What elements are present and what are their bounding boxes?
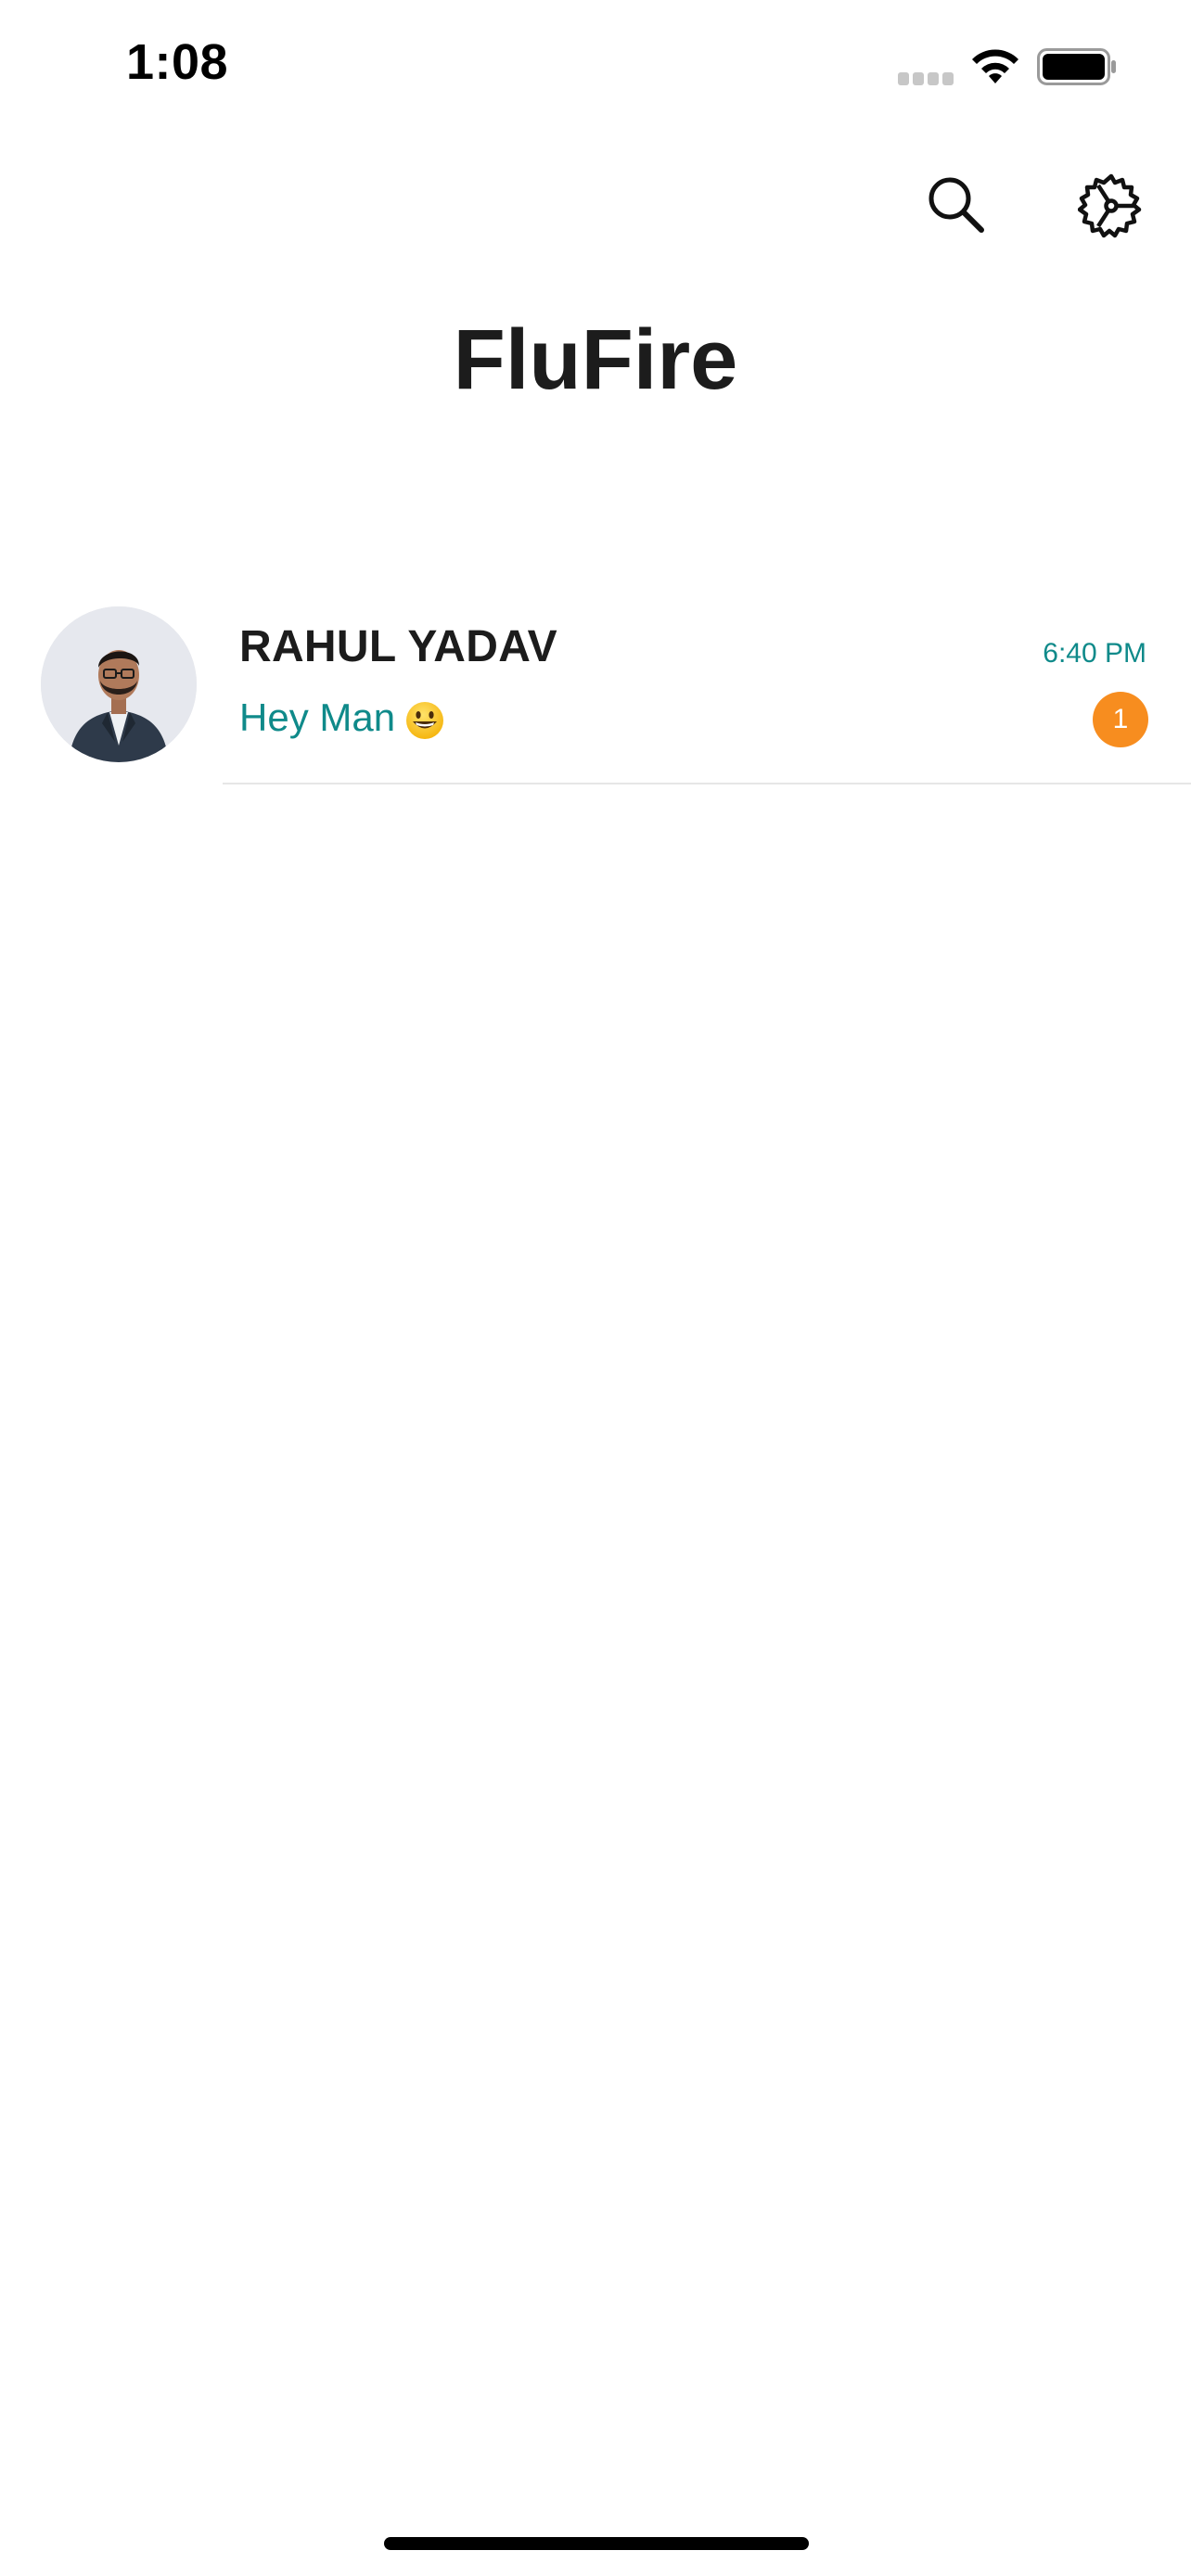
status-time: 1:08 [126,34,229,90]
chat-list: RAHUL YADAV Hey Man 6:40 PM 1 [0,593,1191,784]
profile-photo [41,606,197,762]
contact-name: RAHUL YADAV [239,622,557,671]
search-button[interactable] [918,167,992,241]
header-actions [0,167,1191,250]
settings-gear-icon [1078,173,1142,238]
wifi-icon [972,49,1018,83]
search-icon [928,177,984,233]
unread-badge: 1 [1093,692,1148,747]
settings-button[interactable] [1072,167,1150,245]
message-text: Hey Man [239,695,396,739]
message-preview: Hey Man [239,695,445,741]
battery-icon [1037,48,1116,85]
message-time: 6:40 PM [1043,638,1146,669]
status-bar: 1:08 [0,0,1191,139]
grinning-face-icon [406,701,444,739]
home-indicator[interactable] [384,2537,809,2550]
chat-list-item[interactable]: RAHUL YADAV Hey Man 6:40 PM 1 [0,593,1191,784]
divider [223,783,1191,784]
app-title: FluFire [453,312,738,407]
avatar [41,606,197,762]
signal-dots-icon [898,72,954,85]
